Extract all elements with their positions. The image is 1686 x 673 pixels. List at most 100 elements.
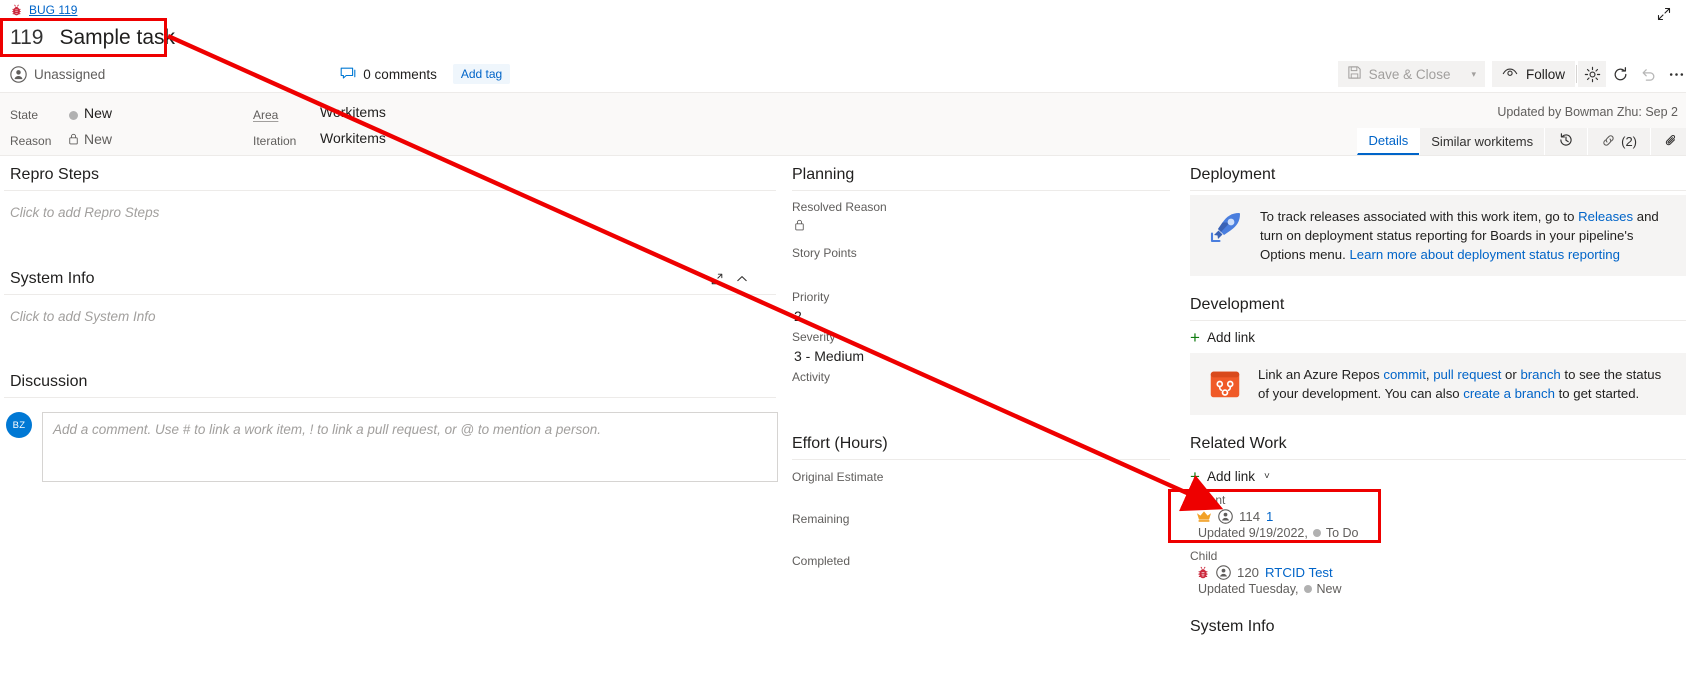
related-work-add-link-button[interactable]: + Add link ˅ [1190, 467, 1686, 486]
system-info-heading: System Info [10, 270, 95, 287]
field-story-points: Story Points [792, 245, 1170, 287]
related-item-title-row: 120 RTCID Test [1196, 565, 1686, 580]
title-box: 119 Sample task [0, 18, 189, 57]
repro-steps-heading: Repro Steps [10, 166, 99, 183]
related-work-heading: Related Work [1190, 435, 1287, 452]
add-tag-button[interactable]: Add tag [452, 64, 511, 84]
area-label: Area [253, 108, 279, 122]
lock-icon [794, 218, 805, 234]
dev-text-2: or [1501, 367, 1521, 382]
tab-history[interactable] [1544, 128, 1588, 155]
work-item-id: 119 [10, 26, 44, 49]
priority-value[interactable]: 2 [792, 305, 1170, 327]
tab-attachments[interactable] [1650, 128, 1686, 155]
create-branch-link[interactable]: create a branch [1463, 386, 1555, 401]
divider [792, 190, 1170, 191]
effort-heading: Effort (Hours) [792, 435, 888, 452]
tab-links[interactable]: (2) [1587, 128, 1650, 155]
severity-value[interactable]: 3 - Medium [792, 345, 1170, 367]
related-item-title-row: 114 1 [1196, 509, 1686, 524]
field-label: Priority [792, 290, 830, 304]
field-label: Remaining [792, 512, 850, 526]
deployment-info-text: To track releases associated with this w… [1260, 207, 1672, 264]
field-original-estimate: Original Estimate [792, 469, 1170, 511]
expand-diagonal-icon[interactable] [1656, 6, 1672, 22]
divider [792, 459, 1170, 460]
repro-steps-input[interactable]: Click to add Repro Steps [0, 191, 780, 220]
more-ellipsis-icon[interactable] [1662, 61, 1686, 87]
tab-strip: Details Similar workitems (2) [1356, 128, 1686, 155]
comment-input[interactable]: Add a comment. Use # to link a work item… [42, 412, 778, 482]
field-completed: Completed [792, 553, 1170, 595]
chevron-down-icon[interactable]: ▾ [1471, 69, 1476, 80]
commit-link[interactable]: commit [1383, 367, 1426, 382]
state-label: State [10, 108, 39, 122]
undo-icon[interactable] [1634, 61, 1662, 87]
related-item-child[interactable]: 120 RTCID Test Updated Tuesday, New [1190, 565, 1686, 596]
follow-label: Follow [1525, 66, 1565, 82]
system-info-input[interactable]: Click to add System Info [0, 295, 780, 324]
expand-diagonal-icon[interactable] [710, 272, 724, 289]
related-item-meta: Updated Tuesday, New [1198, 582, 1686, 596]
rocket-icon [1206, 207, 1246, 247]
attachment-icon [1664, 133, 1679, 151]
bug-icon [10, 4, 23, 17]
branch-link[interactable]: branch [1520, 367, 1560, 382]
history-icon [1558, 132, 1574, 151]
discussion-heading: Discussion [10, 373, 88, 390]
related-item-link[interactable]: RTCID Test [1265, 565, 1333, 580]
reason-label: Reason [10, 134, 52, 148]
related-item-parent[interactable]: 114 1 Updated 9/19/2022, To Do [1190, 509, 1686, 540]
assigned-to-label: Unassigned [34, 66, 106, 82]
state-value[interactable]: New [84, 105, 112, 121]
deployment-heading: Deployment [1190, 166, 1276, 183]
chevron-down-icon[interactable]: ˅ [1264, 471, 1270, 482]
field-label: Activity [792, 370, 831, 384]
field-label: Original Estimate [792, 470, 884, 484]
completed-value[interactable] [792, 569, 1170, 595]
planning-heading: Planning [792, 166, 855, 183]
field-label: Story Points [792, 246, 857, 260]
tab-details[interactable]: Details [1356, 128, 1420, 155]
development-add-link-button[interactable]: + Add link [1190, 329, 1686, 346]
reason-value: New [84, 131, 113, 147]
story-points-value[interactable] [792, 261, 1170, 287]
iteration-value[interactable]: Workitems [320, 130, 386, 146]
work-item-title[interactable]: Sample task [59, 21, 175, 55]
area-value[interactable]: Workitems [320, 104, 386, 120]
related-item-updated: Updated 9/19/2022, [1198, 526, 1308, 540]
person-circle-icon [1218, 509, 1233, 524]
bug-icon [1196, 566, 1210, 580]
activity-value[interactable] [792, 385, 1170, 409]
divider [1190, 190, 1686, 191]
discussion-composer: BZ Add a comment. Use # to link a work i… [0, 412, 780, 482]
breadcrumb-link[interactable]: BUG 119 [29, 3, 77, 17]
comment-icon [340, 67, 356, 81]
related-group-label-parent: Parent [1190, 493, 1226, 507]
gear-icon[interactable] [1578, 61, 1606, 87]
crown-icon [1196, 510, 1212, 523]
pull-request-link[interactable]: pull request [1433, 367, 1501, 382]
comments-count[interactable]: 0 comments [340, 67, 437, 82]
divider [1190, 459, 1686, 460]
save-and-close-button[interactable]: Save & Close ▾ [1337, 61, 1485, 87]
original-estimate-value[interactable] [792, 485, 1170, 511]
related-item-link[interactable]: 1 [1266, 509, 1273, 524]
assigned-to[interactable]: Unassigned [10, 65, 106, 83]
refresh-icon[interactable] [1606, 61, 1634, 87]
work-item-form: BUG 119 119 Sample task Unassigned 0 com… [0, 0, 1686, 673]
follow-button[interactable]: Follow [1491, 61, 1575, 87]
releases-link[interactable]: Releases [1578, 209, 1633, 224]
middle-column: Planning Resolved Reason Story Points Pr… [792, 160, 1170, 595]
related-item-state: New [1316, 582, 1342, 596]
remaining-value[interactable] [792, 527, 1170, 553]
plus-icon: + [1190, 467, 1200, 486]
field-label: Severity [792, 330, 836, 344]
related-item-id: 120 [1237, 565, 1260, 580]
lock-icon [68, 133, 79, 145]
learn-more-deployment-link[interactable]: Learn more about deployment status repor… [1349, 247, 1620, 262]
chevron-up-icon[interactable] [736, 273, 748, 288]
related-item-meta: Updated 9/19/2022, To Do [1198, 526, 1686, 540]
tab-similar-workitems[interactable]: Similar workitems [1419, 128, 1545, 155]
field-priority: Priority 2 [792, 289, 1170, 327]
